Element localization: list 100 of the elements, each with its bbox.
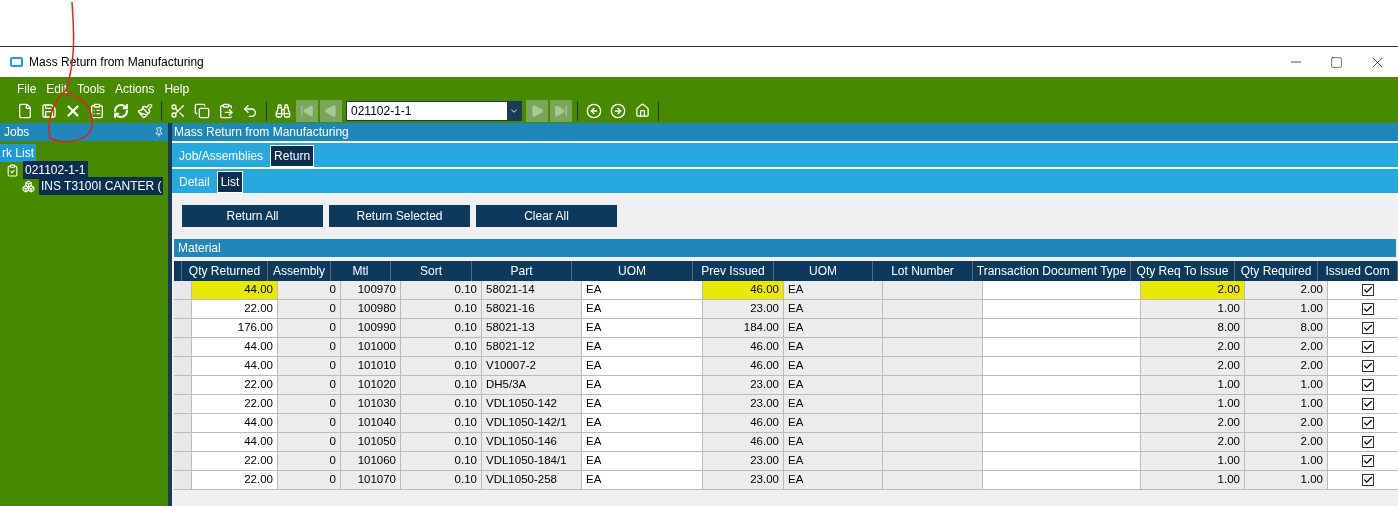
table-cell: 2.00: [1141, 338, 1245, 356]
table-cell: 22.00: [192, 452, 278, 470]
column-header[interactable]: Mtl: [331, 261, 391, 281]
table-cell: 44.00: [192, 433, 278, 451]
table-cell: EA: [582, 319, 703, 337]
table-cell: 0: [278, 452, 341, 470]
column-header[interactable]: Qty Req To Issue: [1131, 261, 1235, 281]
checkbox[interactable]: [1361, 417, 1374, 429]
table-cell: 23.00: [703, 471, 784, 489]
maximize-icon[interactable]: [1330, 55, 1343, 69]
table-cell: 1.00: [1245, 300, 1328, 318]
table-cell: 1.00: [1245, 376, 1328, 394]
action-button[interactable]: Return Selected: [329, 205, 470, 227]
table-cell: 0.10: [401, 452, 482, 470]
menu-item[interactable]: Actions: [114, 80, 156, 98]
column-header[interactable]: Sort: [391, 261, 472, 281]
table-cell: 46.00: [703, 357, 784, 375]
table-cell: 0.10: [401, 395, 482, 413]
table-cell: EA: [582, 300, 703, 318]
table-cell: 46.00: [703, 338, 784, 356]
table-cell: 2.00: [1245, 414, 1328, 432]
checkbox[interactable]: [1361, 360, 1374, 372]
table-cell: 0.10: [401, 300, 482, 318]
checkbox[interactable]: [1361, 284, 1374, 296]
table-cell: VDL1050-142/1: [482, 414, 582, 432]
table-cell: 44.00: [192, 414, 278, 432]
table-cell: 176.00: [192, 319, 278, 337]
menu-item[interactable]: Edit: [45, 80, 69, 98]
checkbox[interactable]: [1361, 474, 1374, 486]
table-cell: EA: [784, 357, 883, 375]
table-cell: 100980: [341, 300, 401, 318]
table-cell: 0: [278, 395, 341, 413]
table-cell: 100970: [341, 281, 401, 299]
checkbox[interactable]: [1361, 322, 1374, 334]
table-cell: 1.00: [1141, 471, 1245, 489]
app-icon: [10, 57, 23, 67]
table-cell: 0.10: [401, 414, 482, 432]
table-cell: 1.00: [1141, 452, 1245, 470]
tab[interactable]: List: [216, 171, 244, 193]
checkbox[interactable]: [1361, 341, 1374, 353]
column-header[interactable]: Prev Issued: [693, 261, 774, 281]
table-cell: EA: [784, 471, 883, 489]
tree-node[interactable]: INS T3100I CANTER (: [39, 177, 164, 195]
column-header[interactable]: UOM: [774, 261, 873, 281]
action-button[interactable]: Return All: [182, 205, 323, 227]
checkbox[interactable]: [1361, 303, 1374, 315]
column-header[interactable]: Assembly: [268, 261, 331, 281]
table-cell: EA: [784, 452, 883, 470]
table-cell: 101000: [341, 338, 401, 356]
column-header[interactable]: Part: [472, 261, 572, 281]
menu-item[interactable]: File: [16, 80, 38, 98]
table-cell: 23.00: [703, 300, 784, 318]
table-cell: 2.00: [1245, 338, 1328, 356]
column-header[interactable]: UOM: [572, 261, 693, 281]
checkbox[interactable]: [1361, 455, 1374, 467]
action-button[interactable]: Clear All: [476, 205, 617, 227]
table-cell: EA: [784, 376, 883, 394]
column-header[interactable]: Qty Returned: [182, 261, 268, 281]
column-header[interactable]: Qty Required: [1235, 261, 1318, 281]
column-header[interactable]: Transaction Document Type: [973, 261, 1131, 281]
table-cell: 1.00: [1141, 300, 1245, 318]
table-cell: 0.10: [401, 338, 482, 356]
assembly-icon: [22, 179, 35, 193]
table-cell: 44.00: [192, 357, 278, 375]
table-cell: EA: [582, 281, 703, 299]
tree-node[interactable]: 021102-1-1: [23, 161, 88, 179]
table-cell: 2.00: [1141, 414, 1245, 432]
table-cell: 2.00: [1245, 357, 1328, 375]
checkbox[interactable]: [1361, 398, 1374, 410]
menu-item[interactable]: Tools: [76, 80, 107, 98]
table-cell: 0: [278, 471, 341, 489]
table-cell: 1.00: [1245, 395, 1328, 413]
table-cell: 101020: [341, 376, 401, 394]
table-cell: EA: [582, 414, 703, 432]
column-header[interactable]: Issued Com: [1318, 261, 1398, 281]
table-cell: EA: [582, 433, 703, 451]
table-cell: 0: [278, 338, 341, 356]
pin-icon[interactable]: [154, 127, 164, 137]
checkbox[interactable]: [1361, 379, 1374, 391]
menu-item[interactable]: Help: [163, 80, 191, 98]
table-cell: 0: [278, 433, 341, 451]
section-title: Material: [178, 240, 221, 257]
checkbox[interactable]: [1361, 436, 1374, 448]
record-combobox[interactable]: 021102-1-1: [346, 100, 522, 121]
table-cell: 23.00: [703, 395, 784, 413]
table-cell: 58021-12: [482, 338, 582, 356]
table-cell: 2.00: [1245, 281, 1328, 299]
panel-title: Jobs: [4, 124, 30, 141]
table-cell: VDL1050-184/1: [482, 452, 582, 470]
table-cell: 2.00: [1141, 357, 1245, 375]
table-cell: 101050: [341, 433, 401, 451]
table-cell: VDL1050-146: [482, 433, 582, 451]
table-cell: EA: [784, 414, 883, 432]
tab[interactable]: Return: [270, 145, 315, 167]
table-cell: EA: [784, 338, 883, 356]
table-cell: 1.00: [1245, 452, 1328, 470]
table-cell: EA: [784, 281, 883, 299]
column-header[interactable]: Lot Number: [873, 261, 973, 281]
table-cell: 101040: [341, 414, 401, 432]
table-cell: EA: [582, 471, 703, 489]
